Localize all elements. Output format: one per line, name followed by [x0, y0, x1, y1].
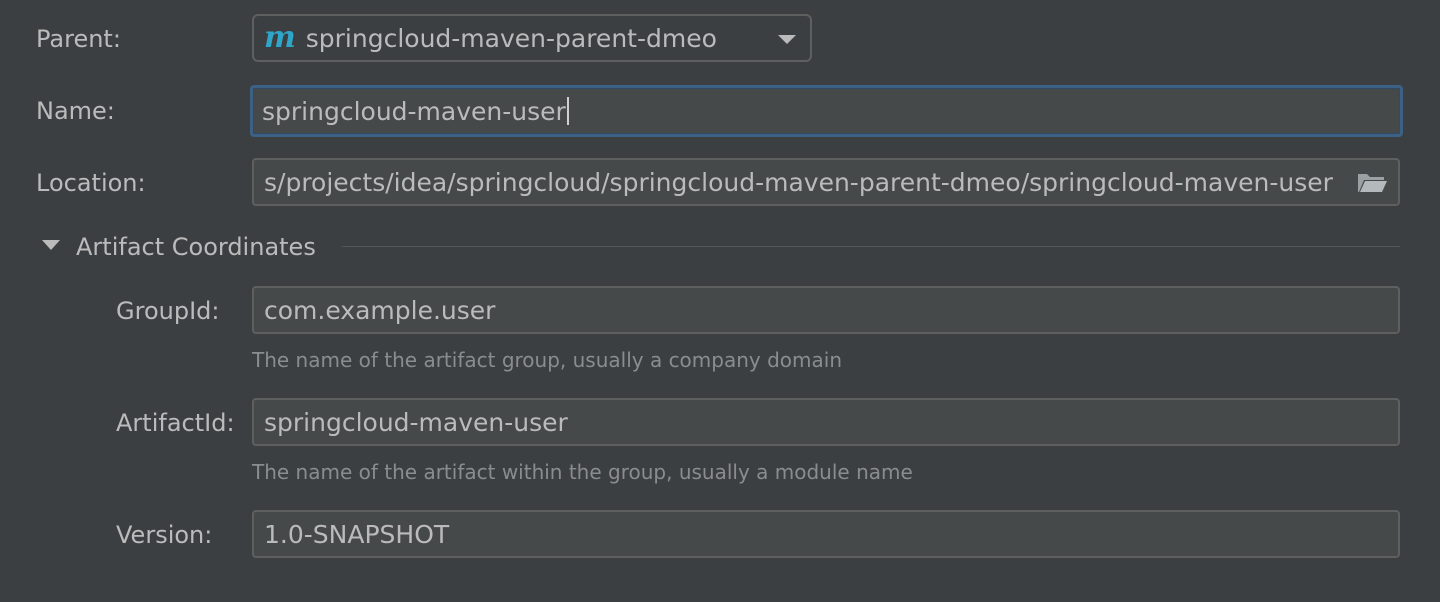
artifact-id-hint: The name of the artifact within the grou… [252, 460, 913, 484]
text-caret [566, 97, 569, 125]
location-input-value: s/projects/idea/springcloud/springcloud-… [264, 167, 1333, 197]
parent-select[interactable]: m springcloud-maven-parent-dmeo [252, 14, 812, 62]
name-input-value: springcloud-maven-user [262, 96, 566, 126]
location-label: Location: [36, 169, 146, 197]
name-label: Name: [36, 97, 115, 125]
parent-label: Parent: [36, 25, 121, 53]
new-module-form: Parent: m springcloud-maven-parent-dmeo … [0, 0, 1440, 602]
artifact-id-input[interactable]: springcloud-maven-user [252, 398, 1400, 446]
folder-icon[interactable] [1356, 170, 1388, 194]
artifact-id-input-value: springcloud-maven-user [264, 407, 568, 437]
version-input[interactable]: 1.0-SNAPSHOT [252, 510, 1400, 558]
group-id-input-value: com.example.user [264, 295, 496, 325]
version-label: Version: [116, 521, 213, 549]
group-id-label: GroupId: [116, 297, 220, 325]
artifact-id-label: ArtifactId: [116, 409, 235, 437]
section-divider [342, 246, 1400, 247]
maven-m-icon: m [264, 20, 296, 55]
artifact-section-title[interactable]: Artifact Coordinates [76, 232, 316, 262]
parent-select-value: springcloud-maven-parent-dmeo [305, 23, 717, 53]
version-input-value: 1.0-SNAPSHOT [264, 519, 450, 549]
group-id-input[interactable]: com.example.user [252, 286, 1400, 334]
location-input[interactable]: s/projects/idea/springcloud/springcloud-… [252, 158, 1400, 206]
chevron-down-icon[interactable] [778, 35, 796, 44]
name-input[interactable]: springcloud-maven-user [250, 85, 1403, 137]
collapse-triangle-icon[interactable] [42, 240, 60, 250]
group-id-hint: The name of the artifact group, usually … [252, 348, 842, 372]
